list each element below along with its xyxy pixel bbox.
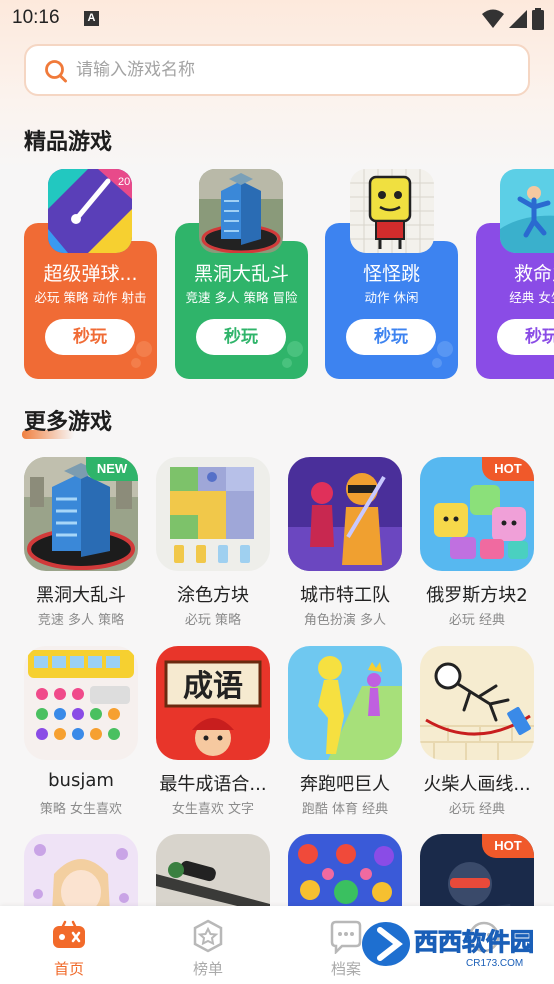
game-tags: 女生喜欢 文字 — [171, 802, 255, 817]
play-button[interactable]: 秒玩 — [346, 319, 436, 355]
game-item[interactable]: NEW 黑洞大乱斗 竞速 多人 策略 — [22, 457, 140, 637]
play-button[interactable]: 秒玩 — [45, 319, 135, 355]
featured-tags: 必玩 策略 动作 射击 — [34, 290, 147, 305]
featured-games-carousel[interactable]: 超级弹球... 必玩 策略 动作 射击 秒玩 20 黑洞大乱斗 竞速 多人 策略… — [0, 165, 554, 385]
battery-icon — [532, 8, 544, 30]
wifi-icon — [482, 9, 504, 28]
badge-hot: HOT — [482, 457, 534, 481]
game-icon-run-giant[interactable] — [288, 646, 402, 760]
game-icon-stickman-draw[interactable] — [420, 646, 534, 760]
featured-icon-super-pinball[interactable]: 20 — [48, 169, 132, 253]
game-icon-busjam[interactable] — [24, 646, 138, 760]
featured-name: 黑洞大乱斗 — [193, 263, 289, 285]
game-icon-chengyu[interactable]: 成语 — [156, 646, 270, 760]
signal-icon — [509, 10, 527, 28]
site-watermark: 西西软件园 CR173.COM — [362, 922, 535, 969]
game-name: 俄罗斯方块2 — [426, 585, 528, 606]
game-tags: 必玩 经典 — [448, 802, 506, 817]
featured-name: 怪怪跳 — [362, 263, 420, 285]
game-name: 最牛成语合... — [159, 774, 267, 795]
game-item[interactable]: HOT 俄罗斯方块2 必玩 经典 — [418, 457, 536, 637]
featured-tags: 经典 女生喜 — [509, 290, 554, 305]
status-time: 10:16 — [12, 7, 60, 28]
featured-tags: 竞速 多人 策略 冒险 — [185, 290, 298, 305]
featured-tags: 动作 休闲 — [364, 290, 419, 305]
game-tags: 竞速 多人 策略 — [37, 613, 125, 628]
play-button[interactable]: 秒玩 — [497, 319, 554, 355]
game-name: 火柴人画线... — [423, 774, 531, 795]
game-name: 奔跑吧巨人 — [300, 774, 390, 795]
notification-icon: A — [84, 11, 99, 26]
game-name: busjam — [48, 770, 114, 791]
game-item[interactable]: 城市特工队 角色扮演 多人 — [286, 457, 404, 637]
game-tags: 策略 女生喜欢 — [39, 802, 123, 817]
game-icon-city-agents[interactable] — [288, 457, 402, 571]
game-tags: 必玩 经典 — [448, 613, 506, 628]
featured-section-title: 精品游戏 — [22, 124, 113, 159]
badge-new: NEW — [86, 457, 138, 481]
game-name: 涂色方块 — [177, 585, 249, 606]
search-icon — [45, 60, 67, 83]
game-icon-color-blocks[interactable] — [156, 457, 270, 571]
more-title-text: 更多游戏 — [24, 410, 113, 435]
game-item[interactable]: 涂色方块 必玩 策略 — [154, 457, 272, 637]
chengyu-text: 成语 — [183, 669, 243, 704]
game-item[interactable]: 奔跑吧巨人 跑酷 体育 经典 — [286, 646, 404, 826]
play-button[interactable]: 秒玩 — [196, 319, 286, 355]
search-box[interactable] — [24, 44, 530, 96]
featured-icon-weird-jump[interactable] — [350, 169, 434, 253]
status-bar: 10:16 A — [0, 0, 554, 38]
game-item[interactable]: 火柴人画线... 必玩 经典 — [418, 646, 536, 826]
game-tags: 跑酷 体育 经典 — [301, 802, 389, 817]
game-icon-black-hole[interactable]: NEW — [24, 457, 138, 571]
svg-text:20: 20 — [118, 176, 130, 188]
nav-label: 榜单 — [192, 960, 223, 978]
game-name: 黑洞大乱斗 — [36, 585, 126, 606]
search-input[interactable] — [76, 54, 496, 86]
watermark-sub: CR173.COM — [466, 958, 523, 969]
game-tags: 必玩 策略 — [184, 613, 242, 628]
nav-home[interactable]: 首页 — [29, 916, 109, 980]
status-icons — [482, 8, 544, 30]
nav-rankings[interactable]: 榜单 — [168, 916, 248, 980]
game-icon-tetris2[interactable]: HOT — [420, 457, 534, 571]
game-item[interactable]: busjam 策略 女生喜欢 — [22, 646, 140, 826]
game-tags: 角色扮演 多人 — [303, 613, 387, 628]
featured-icon-black-hole[interactable] — [199, 169, 283, 253]
more-section-title: 更多游戏 — [22, 404, 113, 439]
watermark-text: 西西软件园 — [414, 928, 534, 956]
star-icon — [193, 919, 223, 953]
featured-name: 超级弹球... — [43, 263, 138, 285]
featured-name: 救命之 — [513, 263, 554, 285]
gamepad-icon — [53, 920, 85, 948]
game-name: 城市特工队 — [300, 585, 390, 606]
featured-icon-rescue[interactable] — [500, 169, 554, 253]
game-item[interactable]: 成语 最牛成语合... 女生喜欢 文字 — [154, 646, 272, 826]
badge-hot: HOT — [482, 834, 534, 858]
nav-label: 首页 — [53, 960, 84, 978]
featured-title-text: 精品游戏 — [24, 130, 113, 155]
